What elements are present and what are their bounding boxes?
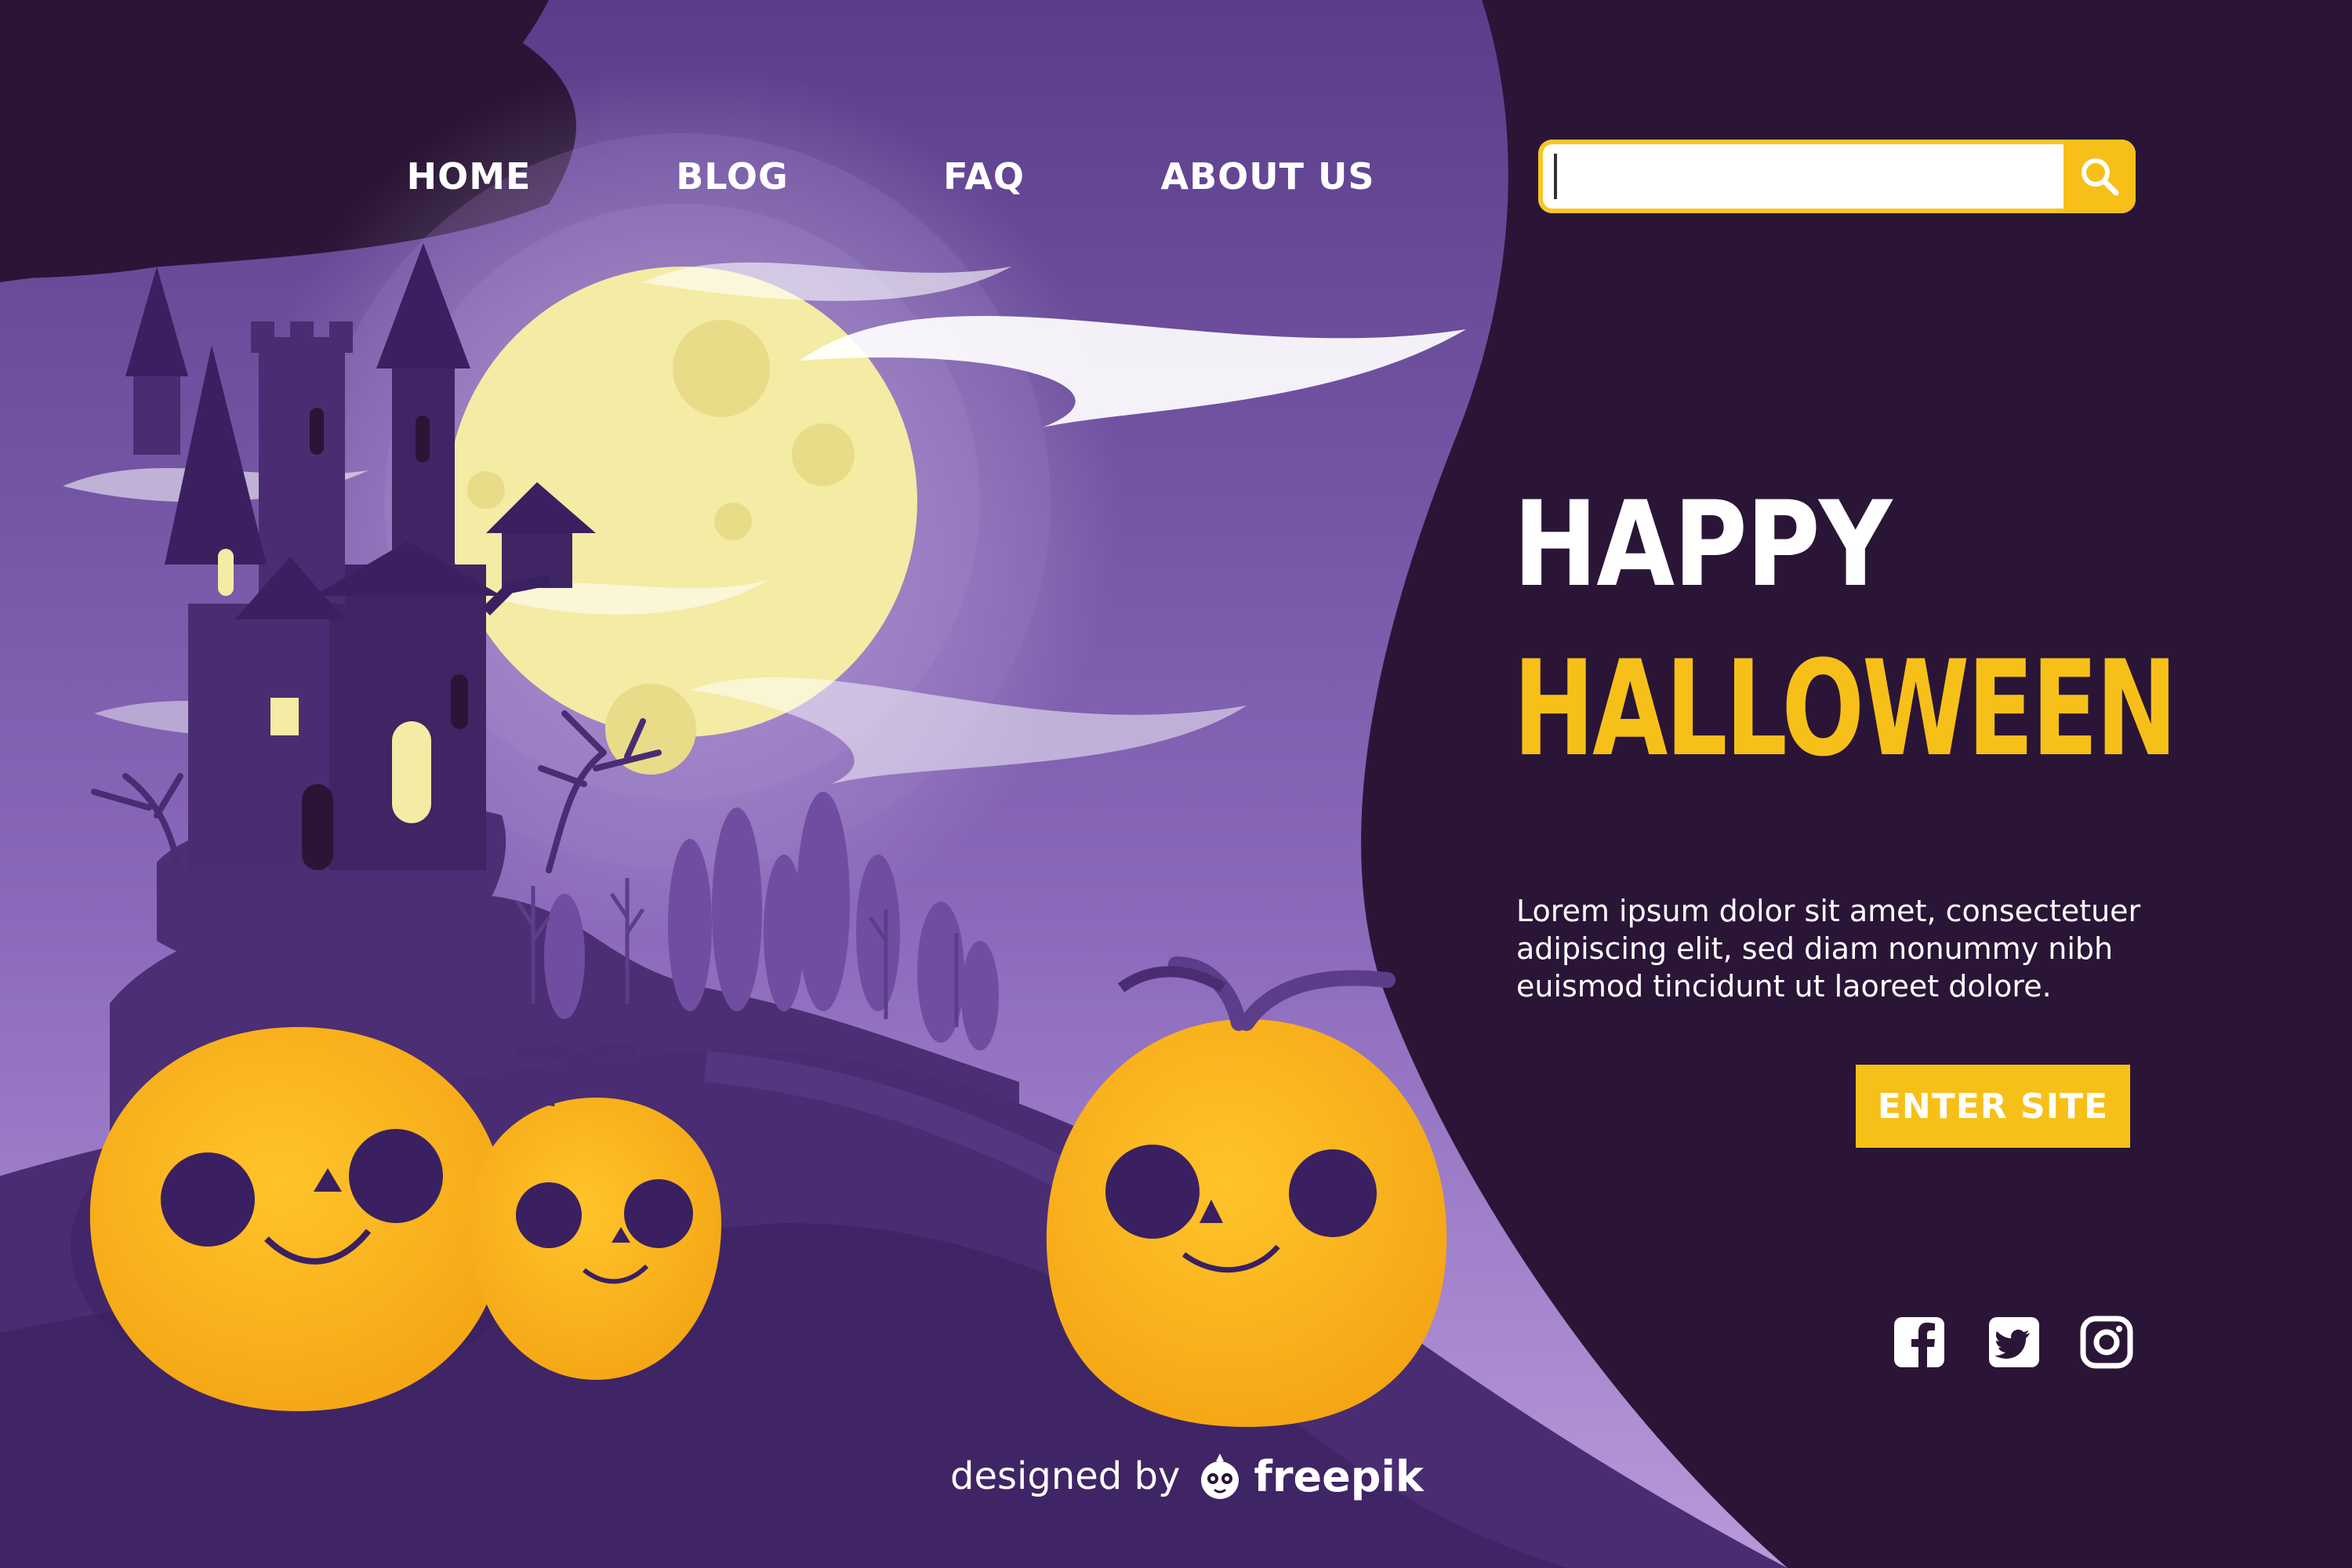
- search-bar: [1538, 140, 2136, 213]
- headline-halloween: HALLOWEEN: [1513, 632, 2177, 786]
- credit-prefix: designed by: [950, 1454, 1181, 1498]
- instagram-icon[interactable]: [2080, 1316, 2133, 1369]
- text-cursor: [1554, 154, 1557, 199]
- nav-about-us-link[interactable]: ABOUT US: [1161, 155, 1375, 198]
- search-input[interactable]: [1548, 147, 2026, 207]
- twitter-icon[interactable]: [1987, 1316, 2041, 1369]
- credit-brand: freepik: [1254, 1451, 1424, 1501]
- enter-site-button[interactable]: ENTER SITE: [1856, 1065, 2130, 1148]
- nav-home-link[interactable]: HOME: [407, 155, 532, 198]
- facebook-icon[interactable]: [1893, 1316, 1946, 1369]
- freepik-logo-icon: [1201, 1454, 1240, 1499]
- hero-description: Lorem ipsum dolor sit amet, consectetuer…: [1516, 894, 2141, 1004]
- search-icon: [2082, 158, 2119, 196]
- designer-credit: designed by freepik: [950, 1449, 1424, 1504]
- nav-faq-link[interactable]: FAQ: [943, 155, 1025, 198]
- search-button[interactable]: [2063, 140, 2136, 213]
- headline-happy: HAPPY: [1513, 477, 1892, 613]
- nav-blog-link[interactable]: BLOG: [676, 155, 789, 198]
